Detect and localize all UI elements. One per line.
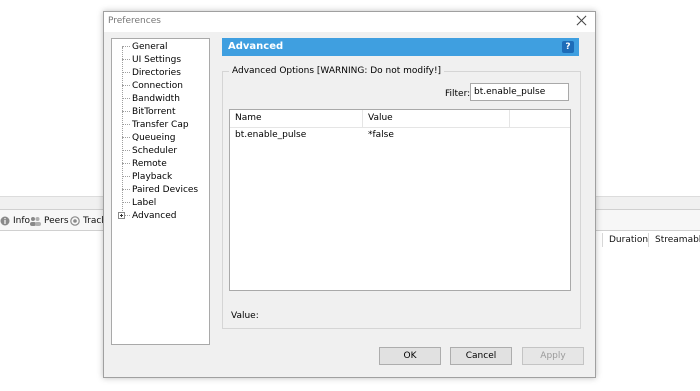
cancel-button[interactable]: Cancel [450, 347, 512, 365]
nav-item-queueing[interactable]: Queueing [122, 132, 175, 145]
expand-icon[interactable] [118, 212, 125, 219]
peers-icon [30, 217, 41, 226]
section-header: Advanced ? [222, 38, 579, 56]
nav-item-label: Playback [132, 172, 173, 182]
nav-item-label: Remote [132, 159, 167, 169]
nav-item-playback[interactable]: Playback [122, 171, 172, 184]
nav-item-directories[interactable]: Directories [122, 67, 181, 80]
nav-item-label: Transfer Cap [132, 120, 189, 130]
nav-item-label: Paired Devices [132, 185, 199, 195]
nav-item-label: Queueing [132, 133, 176, 143]
nav-item-ui-settings[interactable]: UI Settings [122, 54, 181, 67]
help-icon[interactable]: ? [562, 41, 574, 53]
column-header-name[interactable]: Name [230, 110, 363, 127]
nav-item-label: BitTorrent [132, 107, 176, 117]
nav-item-label: Scheduler [132, 146, 178, 156]
nav-item-bandwidth[interactable]: Bandwidth [122, 93, 180, 106]
nav-item-label: UI Settings [132, 55, 182, 65]
nav-item-transfer-cap[interactable]: Transfer Cap [122, 119, 189, 132]
column-header-duration[interactable]: Duration [602, 233, 648, 247]
apply-button[interactable]: Apply [522, 347, 584, 365]
list-header: Name Value [230, 110, 570, 128]
ok-button[interactable]: OK [379, 347, 441, 365]
tab-trackers[interactable]: Track [70, 214, 107, 228]
value-label: Value: [231, 311, 259, 321]
nav-item-label: Bandwidth [132, 94, 180, 104]
advanced-options-list[interactable]: Name Value bt.enable_pulse *false [229, 109, 571, 291]
group-label: Advanced Options [WARNING: Do not modify… [229, 66, 445, 76]
nav-item-label-text: Label [132, 198, 157, 208]
nav-item-remote[interactable]: Remote [122, 158, 167, 171]
option-name: bt.enable_pulse [235, 130, 307, 140]
option-value: *false [368, 130, 394, 140]
advanced-options-group: Advanced Options [WARNING: Do not modify… [222, 66, 581, 329]
info-icon [0, 216, 10, 226]
dialog-title: Preferences [108, 16, 161, 26]
nav-item-label: General [132, 42, 168, 52]
dialog-titlebar[interactable]: Preferences [104, 12, 595, 32]
preferences-nav-tree: General UI Settings Directories Connecti… [111, 38, 210, 345]
trackers-icon [70, 216, 80, 226]
tab-peers[interactable]: Peers [29, 214, 69, 228]
filter-label: Filter: [445, 89, 471, 99]
preferences-dialog: Preferences General UI Settings Director… [103, 11, 596, 378]
nav-item-label: Connection [132, 81, 183, 91]
tab-info[interactable]: Info [0, 214, 30, 228]
nav-item-advanced[interactable]: Advanced [118, 210, 177, 223]
close-icon[interactable] [575, 14, 589, 28]
nav-item-bittorrent[interactable]: BitTorrent [122, 106, 176, 119]
nav-item-label: Advanced [132, 211, 177, 221]
nav-item-general[interactable]: General [122, 41, 167, 54]
tab-peers-label: Peers [44, 216, 69, 226]
nav-item-paired-devices[interactable]: Paired Devices [122, 184, 198, 197]
column-header-value[interactable]: Value [363, 110, 510, 127]
column-header-streamable[interactable]: Streamable [648, 233, 700, 247]
section-title: Advanced [228, 41, 284, 52]
nav-item-label: Directories [132, 68, 181, 78]
nav-item-scheduler[interactable]: Scheduler [122, 145, 177, 158]
tab-info-label: Info [13, 216, 31, 226]
nav-item-label[interactable]: Label [122, 197, 156, 210]
nav-item-connection[interactable]: Connection [122, 80, 183, 93]
list-item[interactable]: bt.enable_pulse *false [230, 128, 570, 143]
filter-input[interactable] [470, 83, 569, 101]
